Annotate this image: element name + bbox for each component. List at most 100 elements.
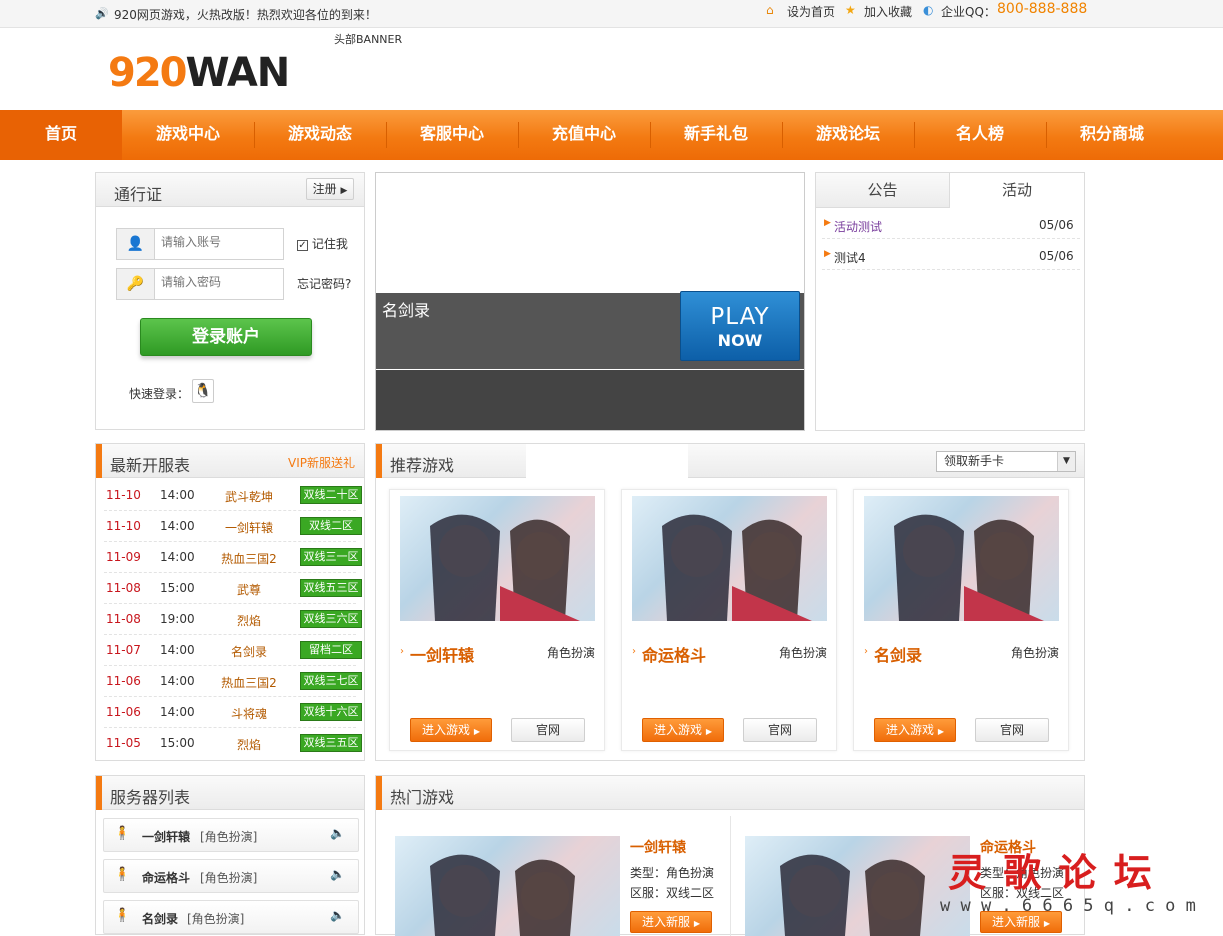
notice-item[interactable]: ▶ 活动测试 05/06 (822, 215, 1080, 239)
bullet-icon: ▶ (824, 218, 831, 228)
key-icon: 🔑 (117, 269, 155, 299)
login-title: 通行证 (114, 185, 163, 204)
recommend-title: 推荐游戏 (390, 456, 455, 475)
nav-forum[interactable]: 游戏论坛 (782, 110, 914, 160)
qq-login-icon[interactable]: 🐧 (192, 379, 214, 403)
nav-shop[interactable]: 积分商城 (1046, 110, 1178, 160)
game-type: 角色扮演 (1011, 646, 1060, 660)
header-accent (96, 776, 102, 810)
nav-home[interactable]: 首页 (0, 110, 122, 160)
server-list-item[interactable]: 🧍 名剑录 [角色扮演] 🔈 (103, 900, 359, 934)
site-logo[interactable]: 920WAN (108, 50, 291, 96)
zone-badge[interactable]: 留档二区 (300, 641, 362, 659)
server-list-item[interactable]: 🧍 一剑轩辕 [角色扮演] 🔈 (103, 818, 359, 852)
logo-text: WAN (185, 50, 291, 96)
notice-item[interactable]: ▶ 测试4 05/06 (822, 246, 1080, 270)
server-game-name: 命运格斗 (142, 871, 191, 885)
game-name[interactable]: 名剑录 (874, 642, 922, 666)
remember-checkbox[interactable]: ✓ 记住我 (297, 235, 348, 252)
register-button[interactable]: 注册 ▶ (306, 178, 354, 200)
speaker-icon: 🔈 (330, 908, 345, 922)
server-game-name: 名剑录 (142, 912, 179, 926)
official-site-button[interactable]: 官网 (743, 718, 817, 742)
nav-game-news[interactable]: 游戏动态 (254, 110, 386, 160)
add-favorite-link[interactable]: 加入收藏 (864, 3, 912, 20)
speaker-icon: 🔊 (95, 7, 109, 20)
login-button[interactable]: 登录账户 (140, 318, 312, 356)
table-row[interactable]: 11-08 19:00 烈焰 双线三六区 (104, 604, 362, 635)
password-field[interactable]: 🔑 (116, 268, 284, 300)
password-input[interactable] (161, 275, 281, 289)
table-row[interactable]: 11-07 14:00 名剑录 留档二区 (104, 635, 362, 666)
server-list-header: 服务器列表 (96, 776, 364, 810)
watermark-url: w w w . 6 6 6 5 q . c o m (940, 896, 1196, 916)
table-row[interactable]: 11-05 15:00 烈焰 双线三五区 (104, 728, 362, 759)
zone-badge[interactable]: 双线三五区 (300, 734, 362, 752)
play-now-button[interactable]: PLAY NOW (680, 291, 800, 361)
table-row[interactable]: 11-06 14:00 热血三国2 双线三七区 (104, 666, 362, 697)
row-time: 19:00 (160, 612, 195, 626)
enter-new-server-button[interactable]: 进入新服 ▶ (630, 911, 712, 933)
hot-game-image[interactable] (395, 836, 620, 936)
row-game: 武尊 (236, 583, 261, 597)
zone-badge[interactable]: 双线十六区 (300, 703, 362, 721)
qq-number[interactable]: 800-888-888 (997, 1, 1087, 17)
table-row[interactable]: 11-10 14:00 一剑轩辕 双线二区 (104, 511, 362, 542)
table-row[interactable]: 11-10 14:00 武斗乾坤 双线二十区 (104, 480, 362, 511)
row-game: 武斗乾坤 (224, 490, 273, 504)
game-name[interactable]: 一剑轩辕 (410, 642, 474, 666)
hot-game-zone: 区服：双线二区 (630, 886, 715, 900)
table-row[interactable]: 11-06 14:00 斗将魂 双线十六区 (104, 697, 362, 728)
nav-gift[interactable]: 新手礼包 (650, 110, 782, 160)
server-list-item[interactable]: 🧍 命运格斗 [角色扮演] 🔈 (103, 859, 359, 893)
arrow-right-icon: ▶ (693, 919, 700, 928)
game-type: 角色扮演 (547, 646, 596, 660)
nav-service[interactable]: 客服中心 (386, 110, 518, 160)
new-servers-panel: 最新开服表 VIP新服送礼 11-10 14:00 武斗乾坤 双线二十区 11-… (95, 443, 365, 761)
hot-game-image[interactable] (745, 836, 970, 936)
zone-badge[interactable]: 双线二区 (300, 517, 362, 535)
watermark-title: 灵 歌 论 坛 (948, 850, 1154, 895)
table-row[interactable]: 11-08 15:00 武尊 双线五三区 (104, 573, 362, 604)
hot-games-title: 热门游戏 (390, 788, 455, 807)
tab-announcement[interactable]: 公告 (816, 173, 950, 208)
vip-gift-link[interactable]: VIP新服送礼 (288, 454, 355, 471)
game-name[interactable]: 命运格斗 (642, 642, 706, 666)
zone-badge[interactable]: 双线三七区 (300, 672, 362, 690)
user-icon: 👤 (117, 229, 155, 259)
official-site-button[interactable]: 官网 (975, 718, 1049, 742)
zone-badge[interactable]: 双线五三区 (300, 579, 362, 597)
slide-banner[interactable]: 名剑录 PLAY NOW (375, 172, 805, 431)
forgot-password-link[interactable]: 忘记密码? (297, 275, 351, 292)
account-field[interactable]: 👤 (116, 228, 284, 260)
zone-badge[interactable]: 双线三六区 (300, 610, 362, 628)
arrow-right-icon: ▶ (340, 186, 348, 196)
header-banner: 头部BANNER (334, 33, 403, 46)
tab-activity[interactable]: 活动 (950, 173, 1084, 208)
hot-game-name[interactable]: 一剑轩辕 (630, 837, 686, 857)
newbie-card-select[interactable]: 领取新手卡 ▼ (936, 451, 1076, 472)
chevron-down-icon: ▼ (1057, 452, 1075, 471)
enter-game-button[interactable]: 进入游戏 ▶ (874, 718, 956, 742)
zone-badge[interactable]: 双线三一区 (300, 548, 362, 566)
nav-recharge[interactable]: 充值中心 (518, 110, 650, 160)
game-image[interactable] (632, 496, 827, 621)
enter-label: 进入新服 (992, 915, 1041, 929)
enter-label: 进入新服 (642, 915, 691, 929)
nav-ranking[interactable]: 名人榜 (914, 110, 1046, 160)
account-input[interactable] (161, 235, 281, 249)
nav-game-center[interactable]: 游戏中心 (122, 110, 254, 160)
server-game-type: [角色扮演] (187, 912, 245, 926)
enter-game-button[interactable]: 进入游戏 ▶ (642, 718, 724, 742)
slide-thumbnail-strip (376, 370, 804, 430)
top-bar: 🔊 920网页游戏，火热改版！热烈欢迎各位的到来！ ⌂ 设为首页 ★ 加入收藏 … (0, 0, 1223, 28)
table-row[interactable]: 11-09 14:00 热血三国2 双线三一区 (104, 542, 362, 573)
enter-game-button[interactable]: 进入游戏 ▶ (410, 718, 492, 742)
official-site-button[interactable]: 官网 (511, 718, 585, 742)
game-image[interactable] (400, 496, 595, 621)
play-label: PLAY (710, 304, 770, 330)
set-home-link[interactable]: 设为首页 (787, 3, 835, 20)
zone-badge[interactable]: 双线二十区 (300, 486, 362, 504)
game-image[interactable] (864, 496, 1059, 621)
select-value: 领取新手卡 (944, 454, 1005, 468)
